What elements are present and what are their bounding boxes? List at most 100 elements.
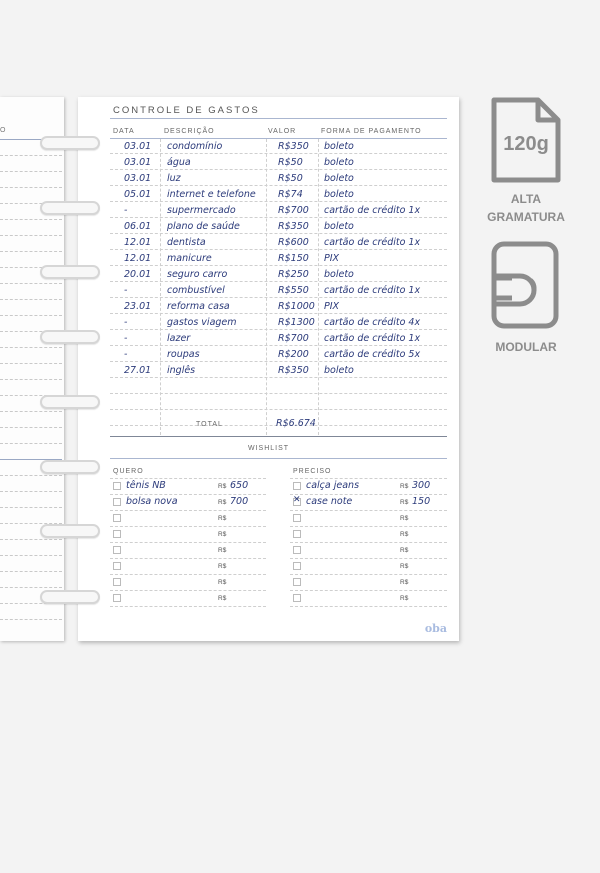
left-page-line — [0, 315, 62, 316]
binder-ring — [40, 330, 100, 344]
wishlist-checkbox[interactable] — [113, 530, 121, 538]
expense-description: água — [167, 157, 191, 168]
left-page-line — [0, 571, 62, 572]
left-page-line — [0, 507, 62, 508]
left-page-line — [0, 587, 62, 588]
wishlist-checkbox[interactable] — [293, 594, 301, 602]
expense-payment: boleto — [324, 141, 354, 152]
wishlist-checkbox[interactable] — [293, 546, 301, 554]
expense-payment: boleto — [324, 173, 354, 184]
left-page-line — [0, 555, 62, 556]
expense-payment: boleto — [324, 269, 354, 280]
expense-value: R$350 — [278, 141, 309, 152]
expense-value: R$700 — [278, 205, 309, 216]
wishlist-checkbox[interactable] — [293, 482, 301, 490]
expense-value: R$350 — [278, 365, 309, 376]
page-title: CONTROLE DE GASTOS — [113, 105, 260, 116]
row-line — [110, 329, 447, 330]
expense-value: R$1300 — [278, 317, 315, 328]
row-line — [110, 297, 447, 298]
expense-description: condomínio — [167, 141, 223, 152]
wishlist-item-value: 150 — [412, 496, 431, 507]
left-page-line — [0, 283, 62, 284]
expense-description: supermercado — [167, 205, 236, 216]
check-mark-icon: ✕ — [293, 495, 301, 505]
wishlist-line — [290, 510, 447, 511]
binder-ring — [40, 395, 100, 409]
expense-date: - — [124, 205, 128, 216]
left-page-line — [0, 379, 62, 380]
header-payment: FORMA DE PAGAMENTO — [321, 128, 422, 135]
binder-ring — [40, 265, 100, 279]
expense-payment: boleto — [324, 365, 354, 376]
wishlist-checkbox[interactable] — [113, 498, 121, 506]
expense-payment: PIX — [324, 301, 340, 312]
feature-label-gramatura: GRAMATURA — [487, 210, 565, 224]
left-page-line — [0, 187, 62, 188]
total-label: TOTAL — [196, 421, 223, 428]
row-line — [110, 249, 447, 250]
wishlist-line — [290, 494, 447, 495]
header-date: DATA — [113, 128, 135, 135]
wishlist-checkbox[interactable] — [113, 578, 121, 586]
left-page-header: O — [0, 127, 7, 134]
wishlist-checkbox[interactable] — [293, 578, 301, 586]
wishlist-checkbox[interactable] — [113, 482, 121, 490]
left-page-line — [0, 411, 62, 412]
expense-value: R$350 — [278, 221, 309, 232]
left-page-line — [0, 347, 62, 348]
wishlist-item-name: tênis NB — [126, 480, 166, 491]
wishlist-item-value: 300 — [412, 480, 431, 491]
wishlist-checkbox[interactable] — [293, 530, 301, 538]
expense-date: 06.01 — [124, 221, 152, 232]
left-page-line — [0, 427, 62, 428]
wishlist-item-name: case note — [306, 496, 353, 507]
expense-value: R$150 — [278, 253, 309, 264]
wishlist-line — [110, 574, 266, 575]
row-line — [110, 361, 447, 362]
expense-payment: cartão de crédito 4x — [324, 317, 421, 328]
quero-label: QUERO — [113, 468, 144, 475]
wishlist-checkbox[interactable] — [113, 594, 121, 602]
wishlist-item-value: 700 — [230, 496, 249, 507]
row-line — [110, 281, 447, 282]
wishlist-line — [110, 606, 266, 607]
left-page-line — [0, 475, 62, 476]
feature-label-modular: MODULAR — [495, 340, 557, 354]
wishlist-checkbox[interactable] — [293, 514, 301, 522]
currency-label: R$ — [218, 595, 227, 602]
left-page-line — [0, 491, 62, 492]
row-line — [110, 185, 447, 186]
currency-label: R$ — [218, 483, 227, 490]
currency-label: R$ — [218, 531, 227, 538]
left-page-line — [0, 219, 62, 220]
wishlist-line — [290, 526, 447, 527]
expense-payment: boleto — [324, 157, 354, 168]
expense-description: lazer — [167, 333, 191, 344]
expense-date: 23.01 — [124, 301, 152, 312]
binder-ring — [40, 136, 100, 150]
header-value: VALOR — [268, 128, 297, 135]
wishlist-item-name: calça jeans — [306, 480, 360, 491]
expense-description: reforma casa — [167, 301, 230, 312]
expense-date: 12.01 — [124, 253, 152, 264]
binder-ring — [40, 460, 100, 474]
currency-label: R$ — [400, 499, 409, 506]
wishlist-line — [110, 526, 266, 527]
expense-payment: cartão de crédito 5x — [324, 349, 421, 360]
wishlist-checkbox[interactable] — [293, 562, 301, 570]
wishlist-checkbox[interactable] — [113, 562, 121, 570]
expense-payment: PIX — [324, 253, 340, 264]
wishlist-checkbox[interactable] — [113, 514, 121, 522]
left-page-line — [0, 363, 62, 364]
feature-label-alta: ALTA — [510, 192, 542, 206]
expense-date: 03.01 — [124, 157, 152, 168]
wishlist-line — [110, 510, 266, 511]
wishlist-line — [290, 574, 447, 575]
expense-payment: cartão de crédito 1x — [324, 237, 421, 248]
left-page-line — [0, 619, 62, 620]
row-line — [110, 169, 447, 170]
row-line — [110, 201, 447, 202]
wishlist-checkbox[interactable] — [113, 546, 121, 554]
expense-value: R$600 — [278, 237, 309, 248]
